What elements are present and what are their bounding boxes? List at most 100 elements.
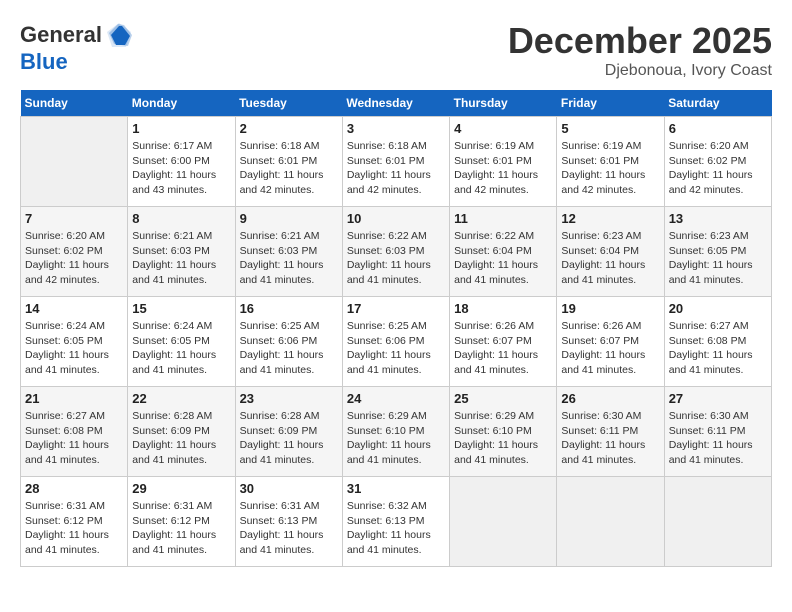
calendar-cell [450,477,557,567]
day-info: Sunrise: 6:20 AMSunset: 6:02 PMDaylight:… [669,139,767,198]
day-info: Sunrise: 6:31 AMSunset: 6:12 PMDaylight:… [132,499,230,558]
day-info: Sunrise: 6:17 AMSunset: 6:00 PMDaylight:… [132,139,230,198]
calendar-cell: 8Sunrise: 6:21 AMSunset: 6:03 PMDaylight… [128,207,235,297]
day-info: Sunrise: 6:23 AMSunset: 6:05 PMDaylight:… [669,229,767,288]
day-info: Sunrise: 6:27 AMSunset: 6:08 PMDaylight:… [669,319,767,378]
calendar-cell: 4Sunrise: 6:19 AMSunset: 6:01 PMDaylight… [450,117,557,207]
calendar-week-row: 1 Sunrise: 6:17 AMSunset: 6:00 PMDaylight… [21,117,772,207]
day-number: 6 [669,121,767,136]
day-number: 26 [561,391,659,406]
day-of-week-header: Friday [557,90,664,117]
day-info: Sunrise: 6:18 AMSunset: 6:01 PMDaylight:… [347,139,445,198]
day-info: Sunrise: 6:32 AMSunset: 6:13 PMDaylight:… [347,499,445,558]
day-number: 21 [25,391,123,406]
calendar-cell: 19Sunrise: 6:26 AMSunset: 6:07 PMDayligh… [557,297,664,387]
calendar-week-row: 14 Sunrise: 6:24 AMSunset: 6:05 PMDayligh… [21,297,772,387]
day-number: 10 [347,211,445,226]
day-number: 5 [561,121,659,136]
calendar-week-row: 7Sunrise: 6:20 AMSunset: 6:02 PMDaylight… [21,207,772,297]
calendar-cell: 14 Sunrise: 6:24 AMSunset: 6:05 PMDayligh… [21,297,128,387]
calendar-cell: 11 Sunrise: 6:22 AMSunset: 6:04 PMDayligh… [450,207,557,297]
day-info: Sunrise: 6:25 AMSunset: 6:06 PMDaylight:… [240,319,338,378]
calendar-cell: 10 Sunrise: 6:22 AMSunset: 6:03 PMDayligh… [342,207,449,297]
day-info: Sunrise: 6:28 AMSunset: 6:09 PMDaylight:… [240,409,338,468]
logo-blue: Blue [20,50,134,74]
day-info: Sunrise: 6:23 AMSunset: 6:04 PMDaylight:… [561,229,659,288]
day-number: 17 [347,301,445,316]
calendar-cell: 26 Sunrise: 6:30 AMSunset: 6:11 PMDayligh… [557,387,664,477]
calendar-cell: 9 Sunrise: 6:21 AMSunset: 6:03 PMDaylight… [235,207,342,297]
day-number: 1 [132,121,230,136]
calendar-cell: 28 Sunrise: 6:31 AMSunset: 6:12 PMDayligh… [21,477,128,567]
page-header: General Blue December 2025 Djebonoua, Iv… [20,20,772,80]
calendar-cell: 22 Sunrise: 6:28 AMSunset: 6:09 PMDayligh… [128,387,235,477]
day-info: Sunrise: 6:22 AMSunset: 6:03 PMDaylight:… [347,229,445,288]
month-title: December 2025 [508,20,772,62]
day-number: 12 [561,211,659,226]
day-number: 3 [347,121,445,136]
day-number: 20 [669,301,767,316]
day-info: Sunrise: 6:30 AMSunset: 6:11 PMDaylight:… [669,409,767,468]
calendar-cell: 18Sunrise: 6:26 AMSunset: 6:07 PMDayligh… [450,297,557,387]
calendar-cell: 2Sunrise: 6:18 AMSunset: 6:01 PMDaylight… [235,117,342,207]
day-number: 30 [240,481,338,496]
day-number: 29 [132,481,230,496]
calendar-cell [21,117,128,207]
location-subtitle: Djebonoua, Ivory Coast [508,62,772,80]
calendar-week-row: 28 Sunrise: 6:31 AMSunset: 6:12 PMDayligh… [21,477,772,567]
day-info: Sunrise: 6:31 AMSunset: 6:13 PMDaylight:… [240,499,338,558]
day-info: Sunrise: 6:28 AMSunset: 6:09 PMDaylight:… [132,409,230,468]
calendar-cell: 17 Sunrise: 6:25 AMSunset: 6:06 PMDayligh… [342,297,449,387]
day-info: Sunrise: 6:24 AMSunset: 6:05 PMDaylight:… [132,319,230,378]
day-info: Sunrise: 6:21 AMSunset: 6:03 PMDaylight:… [240,229,338,288]
day-of-week-header: Tuesday [235,90,342,117]
logo: General Blue [20,20,134,74]
title-area: December 2025 Djebonoua, Ivory Coast [508,20,772,80]
day-of-week-header: Wednesday [342,90,449,117]
day-info: Sunrise: 6:26 AMSunset: 6:07 PMDaylight:… [561,319,659,378]
day-of-week-header: Sunday [21,90,128,117]
calendar-cell [557,477,664,567]
calendar-header-row: SundayMondayTuesdayWednesdayThursdayFrid… [21,90,772,117]
calendar-cell: 1 Sunrise: 6:17 AMSunset: 6:00 PMDaylight… [128,117,235,207]
day-number: 23 [240,391,338,406]
day-number: 25 [454,391,552,406]
calendar-cell: 7Sunrise: 6:20 AMSunset: 6:02 PMDaylight… [21,207,128,297]
day-number: 13 [669,211,767,226]
day-number: 11 [454,211,552,226]
day-number: 28 [25,481,123,496]
calendar-cell: 21Sunrise: 6:27 AMSunset: 6:08 PMDayligh… [21,387,128,477]
calendar-cell: 31Sunrise: 6:32 AMSunset: 6:13 PMDayligh… [342,477,449,567]
day-number: 16 [240,301,338,316]
day-of-week-header: Thursday [450,90,557,117]
calendar-cell: 13 Sunrise: 6:23 AMSunset: 6:05 PMDayligh… [664,207,771,297]
day-number: 22 [132,391,230,406]
day-info: Sunrise: 6:22 AMSunset: 6:04 PMDaylight:… [454,229,552,288]
logo-icon [104,20,134,50]
day-info: Sunrise: 6:25 AMSunset: 6:06 PMDaylight:… [347,319,445,378]
logo-general: General [20,23,102,47]
calendar-cell: 23 Sunrise: 6:28 AMSunset: 6:09 PMDayligh… [235,387,342,477]
calendar-table: SundayMondayTuesdayWednesdayThursdayFrid… [20,90,772,567]
calendar-week-row: 21Sunrise: 6:27 AMSunset: 6:08 PMDayligh… [21,387,772,477]
day-number: 27 [669,391,767,406]
day-number: 9 [240,211,338,226]
calendar-cell: 29 Sunrise: 6:31 AMSunset: 6:12 PMDayligh… [128,477,235,567]
calendar-cell: 16 Sunrise: 6:25 AMSunset: 6:06 PMDayligh… [235,297,342,387]
day-info: Sunrise: 6:21 AMSunset: 6:03 PMDaylight:… [132,229,230,288]
day-info: Sunrise: 6:30 AMSunset: 6:11 PMDaylight:… [561,409,659,468]
calendar-cell: 5Sunrise: 6:19 AMSunset: 6:01 PMDaylight… [557,117,664,207]
calendar-cell: 15Sunrise: 6:24 AMSunset: 6:05 PMDayligh… [128,297,235,387]
calendar-cell: 27 Sunrise: 6:30 AMSunset: 6:11 PMDayligh… [664,387,771,477]
day-number: 7 [25,211,123,226]
day-info: Sunrise: 6:29 AMSunset: 6:10 PMDaylight:… [454,409,552,468]
day-of-week-header: Saturday [664,90,771,117]
day-number: 4 [454,121,552,136]
calendar-cell: 12 Sunrise: 6:23 AMSunset: 6:04 PMDayligh… [557,207,664,297]
calendar-cell: 30 Sunrise: 6:31 AMSunset: 6:13 PMDayligh… [235,477,342,567]
day-info: Sunrise: 6:24 AMSunset: 6:05 PMDaylight:… [25,319,123,378]
day-info: Sunrise: 6:18 AMSunset: 6:01 PMDaylight:… [240,139,338,198]
day-info: Sunrise: 6:26 AMSunset: 6:07 PMDaylight:… [454,319,552,378]
day-number: 14 [25,301,123,316]
day-info: Sunrise: 6:31 AMSunset: 6:12 PMDaylight:… [25,499,123,558]
